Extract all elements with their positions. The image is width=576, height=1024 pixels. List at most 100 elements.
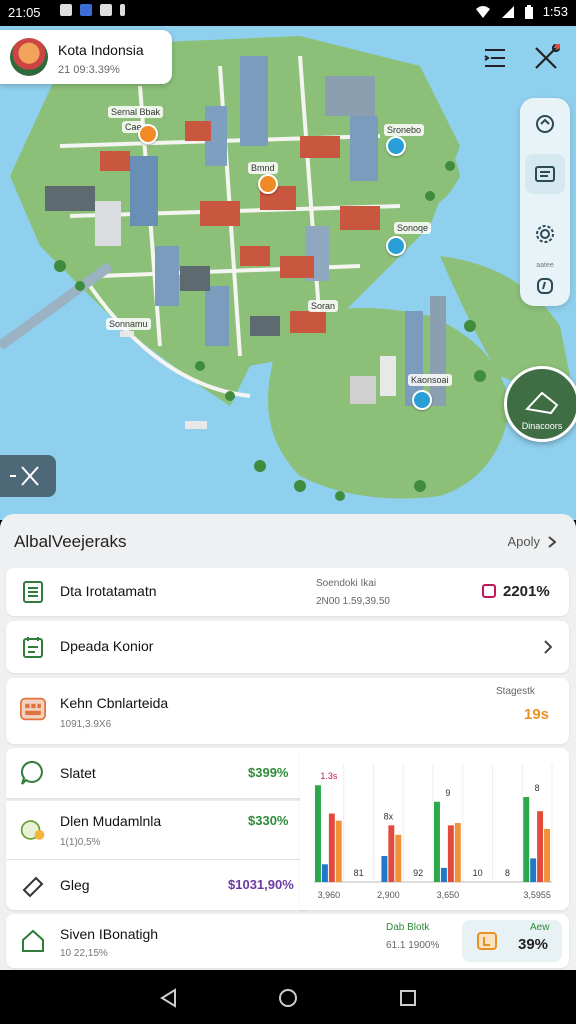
- gear-icon: [536, 225, 554, 243]
- map-pin[interactable]: [258, 174, 278, 194]
- map-label: Soran: [308, 300, 339, 312]
- item-value: 2201%: [503, 583, 550, 600]
- reward-icon: [477, 932, 497, 950]
- item-name: Dpeada Konior: [60, 638, 154, 654]
- chart-bar: [381, 856, 388, 882]
- chart-bar: [447, 825, 454, 882]
- map-label: Sernal Bbak: [108, 106, 164, 118]
- calendar-icon: [482, 584, 496, 598]
- chart-bar: [454, 823, 461, 882]
- item-name: Slatet: [60, 765, 96, 781]
- item-subtitle: 1091,3.9X6: [60, 719, 112, 730]
- city-logo-icon: [10, 38, 48, 76]
- thumbnail-label: Dinacoors: [521, 421, 563, 431]
- list-item[interactable]: Siven IBonatigh 10 22,15% Dab Blotk 61.1…: [6, 914, 569, 968]
- apply-label: Apoly: [507, 534, 540, 549]
- item-mid-value: 2N00 1.59,39.50: [316, 596, 390, 607]
- chat-icon: [20, 760, 46, 786]
- legend-button[interactable]: [525, 154, 565, 194]
- item-subtitle: 1(1)0,5%: [60, 837, 101, 848]
- item-subtitle: 10 22,15%: [60, 948, 108, 959]
- chart-bar: [530, 858, 537, 882]
- status-bar: 21:05 1:53: [0, 0, 576, 26]
- map-pin[interactable]: [386, 136, 406, 156]
- list-item[interactable]: Dta Irotatamatn Soendoki Ikai 2N00 1.59,…: [6, 568, 569, 616]
- checklist-icon: [20, 634, 46, 660]
- location-card[interactable]: Kota Indonsia 21 09:3.39%: [0, 30, 172, 84]
- item-name: Gleg: [60, 877, 90, 893]
- item-name: Siven IBonatigh: [60, 926, 159, 942]
- chart-bar: [440, 867, 447, 882]
- collapse-panel-button[interactable]: [0, 455, 56, 497]
- map-label: Sronebo: [384, 124, 425, 136]
- x-tick-label: 3,960: [318, 890, 341, 900]
- map-label: Kaonsoai: [408, 374, 452, 386]
- sheet-title: AlbalVeejeraks: [14, 532, 127, 551]
- wifi-icon: [475, 5, 490, 18]
- list-item[interactable]: Gleg $1031,90%: [6, 860, 306, 910]
- ticket-icon: [20, 873, 46, 899]
- list-item[interactable]: Dlen Mudamlnla 1(1)0,5% $330%: [6, 801, 306, 859]
- system-nav-bar: [0, 970, 576, 1024]
- item-value: $1031,90%: [228, 877, 294, 892]
- money-icon: [20, 817, 46, 843]
- map-pin[interactable]: [412, 390, 432, 410]
- data-label: 9: [445, 788, 450, 798]
- home-icon: [20, 928, 46, 954]
- status-time: 21:05: [8, 5, 41, 20]
- layers-button[interactable]: [525, 104, 565, 144]
- item-value: 19s: [524, 706, 550, 723]
- city-map[interactable]: Sernal Bbak Cae Bmnd Sronebo Sonoqe Sonn…: [0, 26, 576, 520]
- data-label: 8x: [384, 811, 394, 821]
- item-value: 39%: [518, 936, 549, 953]
- notification-icon: [100, 4, 112, 16]
- battery-saver-icon: [120, 4, 125, 16]
- list-item[interactable]: Kehn Cbnlarteida 1091,3.9X6 Stagestk 19s: [6, 678, 569, 744]
- list-button[interactable]: [478, 40, 514, 76]
- map-pin[interactable]: [386, 236, 406, 256]
- chart-bar: [315, 785, 321, 882]
- x-tick-label: 3,650: [437, 890, 460, 900]
- item-mid-label: Soendoki Ikai: [316, 578, 377, 589]
- chart-bar: [434, 801, 440, 882]
- back-icon: [160, 988, 176, 1008]
- item-value: $330%: [248, 813, 289, 828]
- data-label: 1.3s: [320, 771, 338, 781]
- chart-bar: [328, 813, 335, 882]
- chart-bar: [395, 834, 402, 882]
- settings-button[interactable]: [525, 214, 565, 254]
- chart-bar: [523, 797, 530, 882]
- item-value: $399%: [248, 765, 289, 780]
- map-pin[interactable]: [138, 124, 158, 144]
- status-clock: 1:53: [542, 4, 568, 19]
- notification-icon: [60, 4, 72, 16]
- map-illustration: [0, 36, 576, 501]
- list-item[interactable]: Slatet $399%: [6, 748, 306, 798]
- document-icon: [20, 579, 46, 605]
- item-name: Kehn Cbnlarteida: [60, 695, 169, 711]
- map-tools-rail: aatee: [520, 98, 570, 306]
- tools-button[interactable]: [528, 40, 564, 76]
- data-label: 8: [505, 868, 510, 878]
- item-name: Dta Irotatamatn: [60, 583, 157, 599]
- battery-icon: [524, 4, 533, 19]
- data-label: 8: [535, 783, 540, 793]
- item-right-label: Aew: [530, 922, 550, 933]
- list-item[interactable]: Dpeada Konior: [6, 621, 569, 673]
- x-tick-label: 2,900: [377, 890, 400, 900]
- signal-icon: [501, 5, 514, 18]
- tools-icon: [535, 44, 560, 69]
- chart-bar: [544, 828, 550, 882]
- apply-button[interactable]: Apoly: [507, 534, 556, 549]
- location-subtitle: 21 09:3.39%: [58, 64, 120, 76]
- compass-button[interactable]: [525, 266, 565, 306]
- back-button[interactable]: [156, 986, 180, 1010]
- home-button[interactable]: [276, 986, 300, 1010]
- recents-button[interactable]: [396, 986, 420, 1010]
- data-label: 10: [473, 868, 483, 878]
- location-thumbnail[interactable]: Dinacoors: [504, 366, 576, 442]
- close-icon: [10, 466, 39, 486]
- home-circle-icon: [279, 989, 297, 1007]
- building-icon: [20, 696, 46, 722]
- bar-chart: 1.3s 3,960 81 8x 2,900 92 9 3,650 10 8 8 3,5955: [314, 764, 553, 900]
